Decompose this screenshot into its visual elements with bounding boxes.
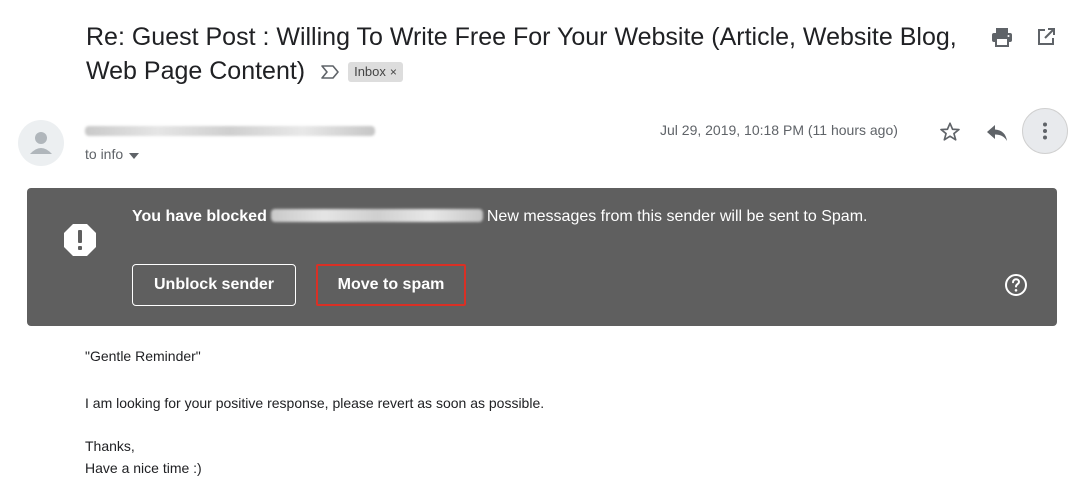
body-line-3: Thanks, [85, 438, 135, 454]
body-line-2: I am looking for your positive response,… [85, 395, 545, 411]
blocked-prefix: You have blocked [132, 208, 267, 225]
more-vertical-icon[interactable] [1022, 108, 1068, 154]
email-subject: Re: Guest Post : Willing To Write Free F… [86, 20, 966, 89]
body-line-4: Have a nice time :) [85, 460, 202, 476]
reply-icon[interactable] [985, 121, 1009, 145]
help-icon[interactable] [1004, 273, 1028, 297]
inbox-label-chip[interactable]: Inbox × [348, 62, 403, 83]
subject-text: Re: Guest Post : Willing To Write Free F… [86, 23, 957, 85]
avatar [18, 120, 64, 166]
recipient-text: to info [85, 146, 124, 162]
importance-marker-icon[interactable] [320, 55, 340, 89]
blocked-message: You have blocked New messages from this s… [132, 206, 872, 227]
blocked-suffix: New messages from this sender will be se… [486, 208, 868, 225]
recipient-line[interactable]: to info [85, 146, 140, 162]
chevron-down-icon[interactable] [129, 146, 140, 162]
sender-name-redacted [85, 126, 375, 136]
unblock-sender-button[interactable]: Unblock sender [132, 264, 296, 306]
star-icon[interactable] [938, 120, 962, 144]
print-icon[interactable] [990, 25, 1014, 49]
move-to-spam-button[interactable]: Move to spam [316, 264, 466, 306]
remove-label-icon[interactable]: × [390, 65, 397, 79]
blocked-address-redacted [270, 209, 483, 222]
warning-icon [62, 222, 98, 258]
body-line-1: "Gentle Reminder" [85, 348, 201, 364]
email-date: Jul 29, 2019, 10:18 PM (11 hours ago) [660, 122, 898, 138]
label-name: Inbox [354, 64, 386, 80]
open-in-new-window-icon[interactable] [1034, 25, 1058, 49]
